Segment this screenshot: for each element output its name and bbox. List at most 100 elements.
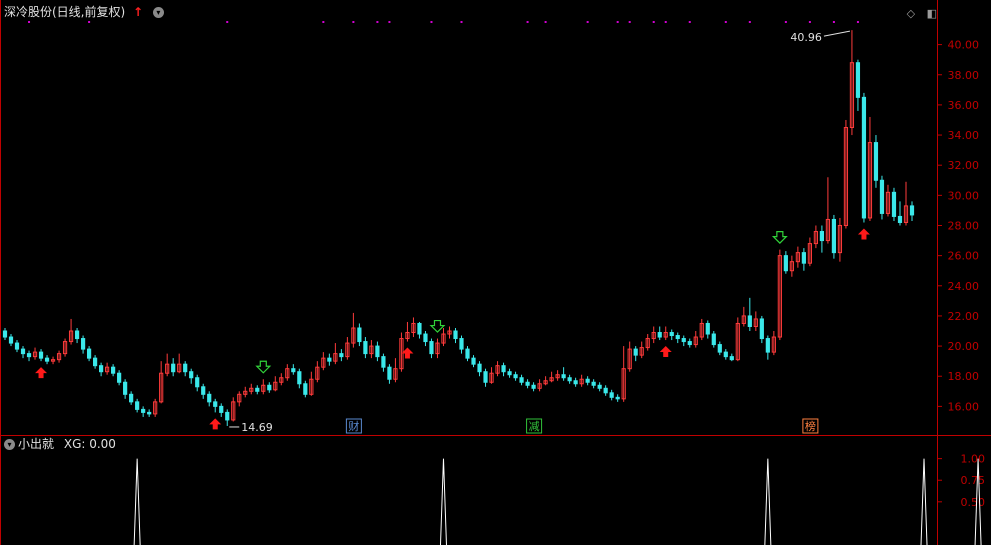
candle-body bbox=[26, 353, 32, 358]
candle-body bbox=[363, 341, 368, 355]
candle-body bbox=[471, 357, 476, 365]
magenta-marker bbox=[652, 21, 655, 23]
magenta-marker bbox=[352, 21, 355, 23]
price-tick-label: 24.00 bbox=[948, 280, 980, 293]
price-tick-label: 22.00 bbox=[948, 310, 980, 323]
xg-spike bbox=[764, 458, 772, 545]
candle-body bbox=[207, 393, 212, 403]
candle-body bbox=[86, 348, 92, 359]
price-tick-label: 36.00 bbox=[948, 99, 980, 112]
candle-body bbox=[38, 351, 44, 359]
event-label: 财 bbox=[348, 419, 359, 433]
buy-arrow bbox=[659, 346, 672, 358]
candle-body bbox=[465, 348, 470, 359]
magenta-marker bbox=[322, 21, 325, 23]
low-label: 14.69 bbox=[241, 421, 273, 434]
price-tick-label: 38.00 bbox=[948, 69, 980, 82]
candle-body bbox=[375, 345, 380, 358]
candle-body bbox=[669, 332, 674, 337]
xg-spike bbox=[133, 458, 141, 545]
magenta-marker bbox=[460, 21, 463, 23]
candle-body bbox=[891, 191, 897, 217]
price-tick-label: 16.00 bbox=[948, 400, 980, 413]
magenta-marker bbox=[226, 21, 229, 23]
price-tick-label: 40.00 bbox=[948, 39, 980, 52]
candle-body bbox=[573, 380, 578, 385]
magenta-marker bbox=[784, 21, 787, 23]
candle-body bbox=[189, 371, 194, 379]
magenta-marker bbox=[748, 21, 751, 23]
candle-body bbox=[201, 386, 206, 395]
magenta-marker bbox=[376, 21, 379, 23]
candle-body bbox=[897, 215, 903, 223]
xg-tick-label: 0.75 bbox=[961, 474, 986, 487]
candle-body bbox=[183, 363, 188, 373]
xg-tick-label: 1.00 bbox=[961, 453, 986, 466]
signal-arrows bbox=[35, 228, 870, 430]
price-axis: 16.00 18.00 20.00 22.00 24.00 26.00 28.00 30.00… bbox=[937, 39, 980, 413]
candle-body bbox=[297, 371, 302, 385]
up-arrow-icon[interactable]: ↑ bbox=[133, 5, 143, 19]
stock-chart[interactable]: 财 减 榜 16.00 18.00 20.00 22.00 24.00 26.00 28.00 3… bbox=[0, 0, 991, 545]
candle-body bbox=[483, 371, 488, 383]
xg-tick-label: 0.50 bbox=[961, 496, 986, 509]
xg-spike bbox=[920, 458, 928, 545]
candle-body bbox=[591, 381, 596, 386]
candle-body bbox=[675, 335, 680, 340]
candle-body bbox=[129, 393, 134, 403]
price-tick-label: 20.00 bbox=[948, 340, 980, 353]
candle-body bbox=[687, 341, 692, 346]
candle-body bbox=[513, 374, 518, 379]
candle-body bbox=[633, 348, 638, 356]
candle-body bbox=[171, 363, 176, 373]
price-tick-label: 34.00 bbox=[948, 129, 980, 142]
candle-body bbox=[141, 408, 146, 413]
candle-body bbox=[609, 392, 614, 398]
sell-arrow bbox=[255, 360, 272, 374]
candle-body bbox=[711, 333, 716, 346]
candle-body bbox=[327, 357, 332, 362]
candle-body bbox=[759, 318, 764, 340]
magenta-marker bbox=[724, 21, 727, 23]
magenta-marker bbox=[586, 21, 589, 23]
magenta-marker bbox=[808, 21, 811, 23]
event-label: 榜 bbox=[805, 419, 816, 433]
magenta-marker bbox=[88, 21, 91, 23]
sell-arrow bbox=[429, 319, 446, 333]
settings-circle-icon[interactable]: ▾ bbox=[152, 7, 164, 18]
high-low-annotations: 40.96 14.69 bbox=[229, 30, 851, 434]
candle-body bbox=[819, 231, 825, 242]
xg-spike bbox=[439, 458, 447, 545]
candle-body bbox=[783, 255, 788, 272]
candle-body bbox=[80, 338, 86, 350]
buy-arrow bbox=[857, 228, 870, 240]
candle-body bbox=[747, 315, 752, 327]
candle-body bbox=[381, 356, 386, 368]
panel-toggle-icon[interactable]: ◧ bbox=[927, 7, 937, 20]
price-tick-label: 28.00 bbox=[948, 219, 980, 232]
candle-body bbox=[705, 322, 710, 335]
magenta-marker-row bbox=[28, 21, 859, 23]
price-tick-label: 30.00 bbox=[948, 189, 980, 202]
magenta-marker bbox=[688, 21, 691, 23]
candle-body bbox=[657, 332, 662, 338]
candle-body bbox=[357, 327, 362, 343]
candlestick-series bbox=[2, 30, 915, 426]
xg-indicator-panel: 0.50 0.75 1.00 bbox=[133, 453, 986, 545]
candle-body bbox=[765, 338, 770, 353]
magenta-marker bbox=[430, 21, 433, 23]
candle-body bbox=[147, 411, 152, 415]
candle-body bbox=[477, 363, 482, 373]
candle-body bbox=[879, 179, 885, 214]
diamond-icon[interactable]: ◇ bbox=[907, 7, 915, 20]
collapse-circle-icon[interactable]: ▾ bbox=[4, 439, 15, 450]
magenta-marker bbox=[526, 21, 529, 23]
candle-body bbox=[291, 368, 296, 373]
stock-title: 深冷股份(日线,前复权) bbox=[4, 5, 126, 19]
candle-body bbox=[303, 383, 308, 395]
indicator-title-bar: ▾ 小出就 XG: 0.00 bbox=[4, 436, 116, 452]
candle-body bbox=[603, 387, 608, 394]
candle-body bbox=[417, 322, 422, 335]
candle-body bbox=[873, 142, 879, 181]
event-label: 减 bbox=[529, 420, 540, 433]
